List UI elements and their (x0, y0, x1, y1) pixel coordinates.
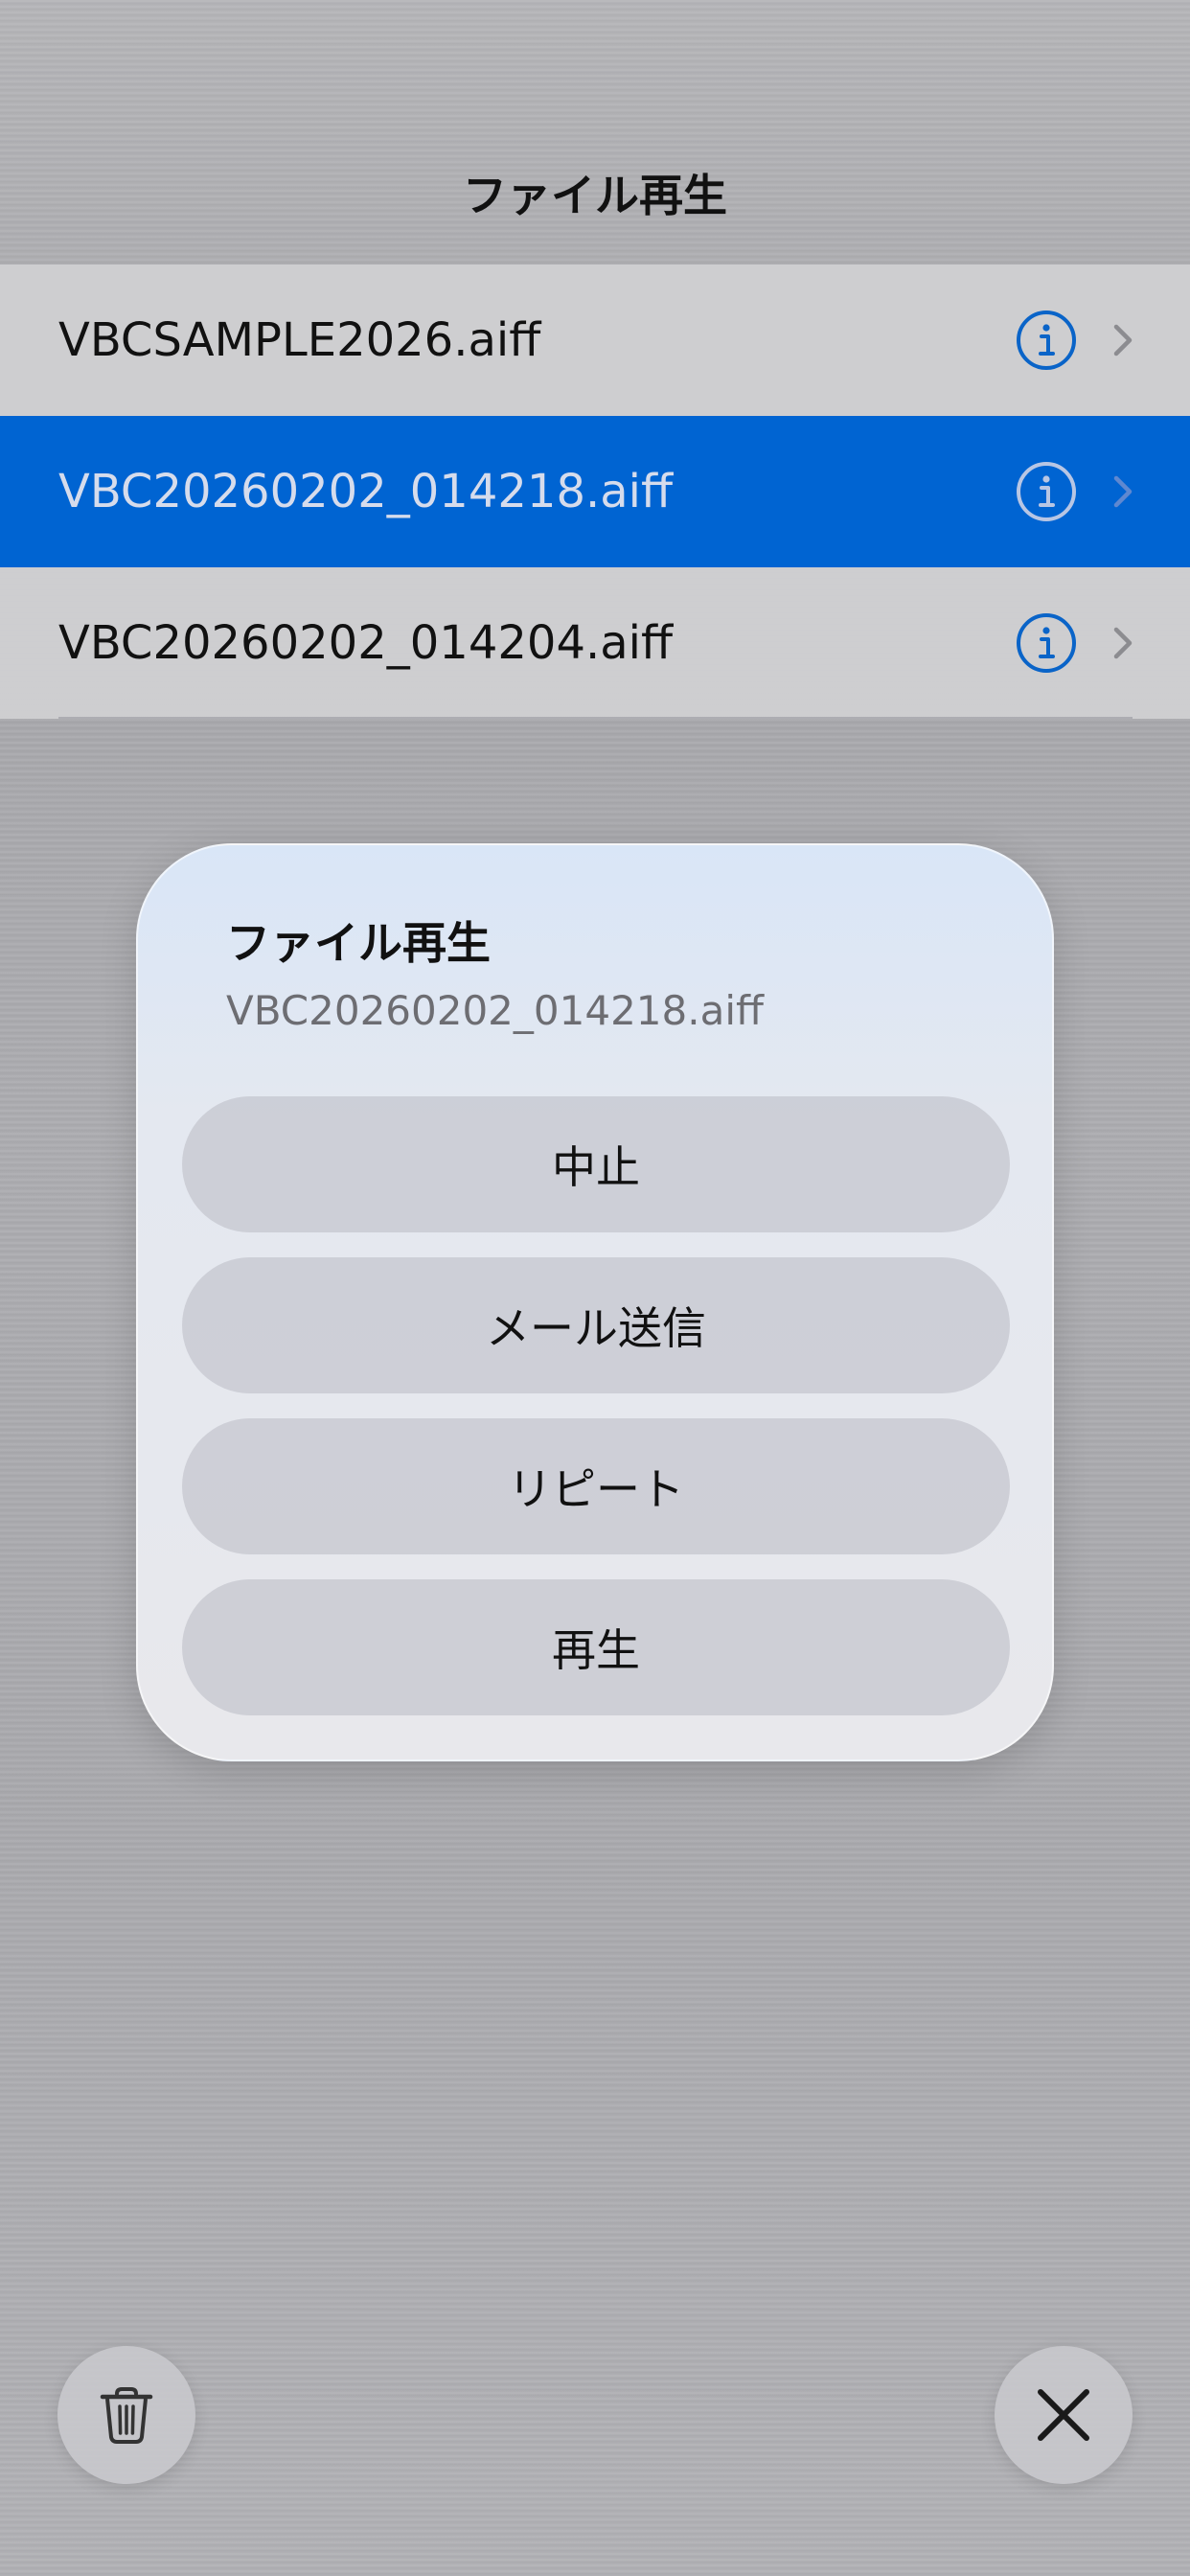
file-name: VBCSAMPLE2026.aiff (58, 313, 541, 367)
dialog-title: ファイル再生 (226, 917, 491, 969)
info-circle-icon[interactable] (1016, 310, 1077, 371)
delete-button[interactable] (57, 2346, 195, 2484)
page-title: ファイル再生 (463, 170, 727, 221)
file-row-selected[interactable]: VBC20260202_014218.aiff (0, 416, 1190, 567)
row-separator (58, 717, 1133, 719)
chevron-right-icon (1113, 627, 1133, 659)
file-row[interactable]: VBCSAMPLE2026.aiff (0, 264, 1190, 416)
close-icon (1038, 2389, 1089, 2441)
dialog-subtitle: VBC20260202_014218.aiff (226, 987, 764, 1034)
file-name: VBC20260202_014204.aiff (58, 616, 674, 670)
trash-icon (100, 2387, 153, 2444)
chevron-right-icon (1113, 475, 1133, 508)
action-dialog: ファイル再生 VBC20260202_014218.aiff 中止 メール送信 … (136, 843, 1054, 1761)
close-button[interactable] (995, 2346, 1133, 2484)
info-circle-icon[interactable] (1016, 612, 1077, 674)
file-name: VBC20260202_014218.aiff (58, 465, 674, 518)
stop-button[interactable]: 中止 (182, 1096, 1010, 1232)
repeat-button[interactable]: リピート (182, 1418, 1010, 1554)
chevron-right-icon (1113, 324, 1133, 356)
file-list: VBCSAMPLE2026.aiff VBC20260202_014218.ai… (0, 264, 1190, 719)
info-circle-icon[interactable] (1016, 461, 1077, 522)
send-mail-button[interactable]: メール送信 (182, 1257, 1010, 1393)
file-row[interactable]: VBC20260202_014204.aiff (0, 567, 1190, 719)
play-button[interactable]: 再生 (182, 1579, 1010, 1715)
